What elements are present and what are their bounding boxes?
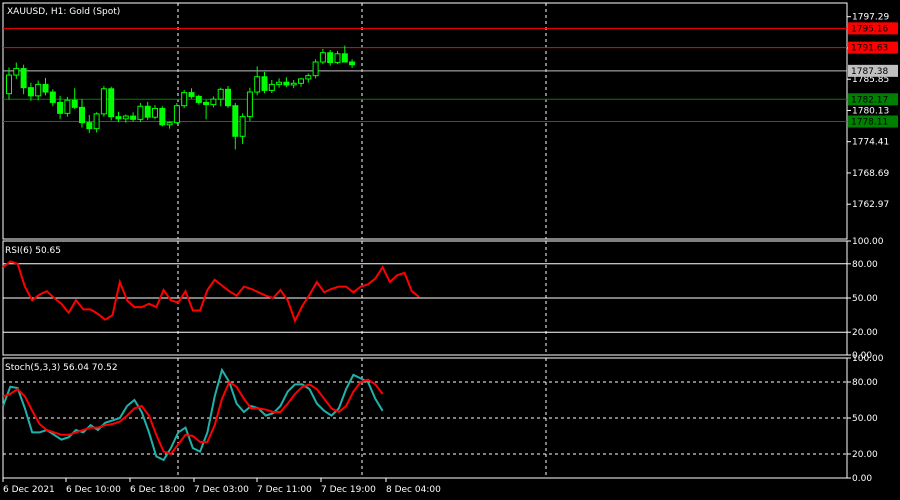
rsi-ytick-label-0: 100.00	[852, 237, 884, 247]
candle-body-40	[298, 78, 304, 84]
stoch-title: Stoch(5,3,3) 56.04 70.52	[5, 363, 118, 373]
stoch-ytick-label-3: 20.00	[852, 450, 878, 460]
candle-body-33	[246, 91, 253, 118]
candle-body-37	[276, 81, 283, 85]
candle-body-38	[283, 81, 290, 86]
price-ytick-label-0: 1797.29	[852, 13, 889, 23]
candle-body-22	[166, 122, 173, 126]
rsi-ytick-label-3: 20.00	[852, 328, 878, 338]
candle-body-32	[239, 116, 246, 137]
candle-body-20	[152, 107, 158, 118]
candle-body-35	[261, 76, 268, 91]
xtick-label-2: 6 Dec 18:00	[130, 485, 185, 495]
level-tag-label-1: 1791.63	[851, 44, 888, 54]
price-chart-title: XAUUSD, H1: Gold (Spot)	[7, 7, 120, 17]
stoch-ytick-label-2: 50.00	[852, 414, 878, 424]
candle-body-19	[144, 105, 151, 118]
xtick-label-3: 7 Dec 03:00	[194, 485, 249, 495]
trading-chart: XAUUSD, H1: Gold (Spot)1797.291791.57178…	[2, 2, 898, 495]
price-panel[interactable]: XAUUSD, H1: Gold (Spot)1797.291791.57178…	[2, 2, 898, 240]
price-ytick-label-4: 1774.41	[852, 138, 889, 148]
xtick-label-6: 8 Dec 04:00	[386, 485, 441, 495]
rsi-panel[interactable]: 100.0080.0050.0020.000.00RSI(6) 50.65	[2, 237, 884, 361]
candle-body-6	[49, 91, 56, 103]
price-ytick-label-6: 1762.97	[852, 200, 889, 210]
level-tag-label-2: 1787.38	[851, 67, 888, 77]
candle-body-46	[341, 53, 348, 63]
candle-body-34	[254, 76, 261, 93]
candle-body-9	[71, 99, 78, 108]
candle-body-16	[122, 115, 129, 120]
candle-body-26	[195, 95, 202, 103]
candle-body-11	[86, 122, 93, 130]
candle-body-8	[64, 99, 71, 114]
candle-body-4	[35, 83, 42, 97]
candle-body-29	[217, 88, 224, 100]
level-tag-label-0: 1795.16	[851, 24, 888, 34]
stochastic-panel[interactable]: 100.00 80.00 50.00 20.00 0.00 Stoch(5,3,3) 56…	[2, 354, 884, 484]
candle-body-13	[100, 88, 107, 115]
candle-body-18	[137, 105, 144, 120]
stoch-ytick-label-0: 100.00	[852, 354, 884, 364]
xtick-label-4: 7 Dec 11:00	[257, 485, 312, 495]
candle-body-43	[319, 52, 326, 63]
candle-body-39	[290, 82, 297, 86]
candle-body-24	[181, 92, 188, 107]
candle-body-17	[130, 115, 137, 120]
rsi-title: RSI(6) 50.65	[5, 246, 61, 256]
candle-body-21	[159, 107, 166, 126]
candle-body-28	[210, 98, 217, 106]
candle-body-27	[203, 101, 210, 106]
xtick-label-1: 6 Dec 10:00	[66, 485, 121, 495]
candle-body-14	[108, 88, 115, 118]
candle-body-3	[27, 87, 34, 97]
stoch-ytick-label-4: 0.00	[852, 474, 872, 484]
candle-body-12	[93, 113, 100, 130]
candle-body-10	[79, 106, 85, 124]
price-ytick-label-3: 1780.13	[852, 106, 889, 116]
stoch-ytick-label-1: 80.00	[852, 378, 878, 388]
candle-body-41	[305, 75, 312, 80]
candle-body-15	[115, 116, 122, 120]
candle-body-25	[188, 92, 195, 97]
rsi-ytick-label-1: 80.00	[852, 260, 878, 270]
candle-body-23	[173, 105, 180, 124]
candle-body-47	[349, 61, 356, 66]
xtick-label-5: 7 Dec 19:00	[321, 485, 376, 495]
price-ytick-label-5: 1768.69	[852, 169, 889, 179]
time-axis: 6 Dec 2021 6 Dec 10:00 6 Dec 18:00 7 Dec 03…	[2, 478, 441, 495]
candle-body-45	[334, 53, 341, 64]
candle-body-5	[42, 83, 49, 93]
candle-body-36	[268, 83, 275, 91]
candle-body-30	[225, 88, 231, 107]
candle-body-44	[327, 52, 334, 64]
level-tag-label-3: 1782.17	[851, 95, 888, 105]
candle-body-42	[312, 61, 319, 77]
xtick-label-0: 6 Dec 2021	[3, 485, 55, 495]
candle-body-0	[6, 74, 12, 95]
level-tag-label-4: 1778.11	[851, 117, 888, 127]
candle-body-1	[13, 68, 20, 76]
candle-body-7	[57, 101, 64, 114]
candle-body-31	[232, 105, 239, 137]
candle-body-2	[20, 68, 27, 89]
rsi-ytick-label-2: 50.00	[852, 294, 878, 304]
